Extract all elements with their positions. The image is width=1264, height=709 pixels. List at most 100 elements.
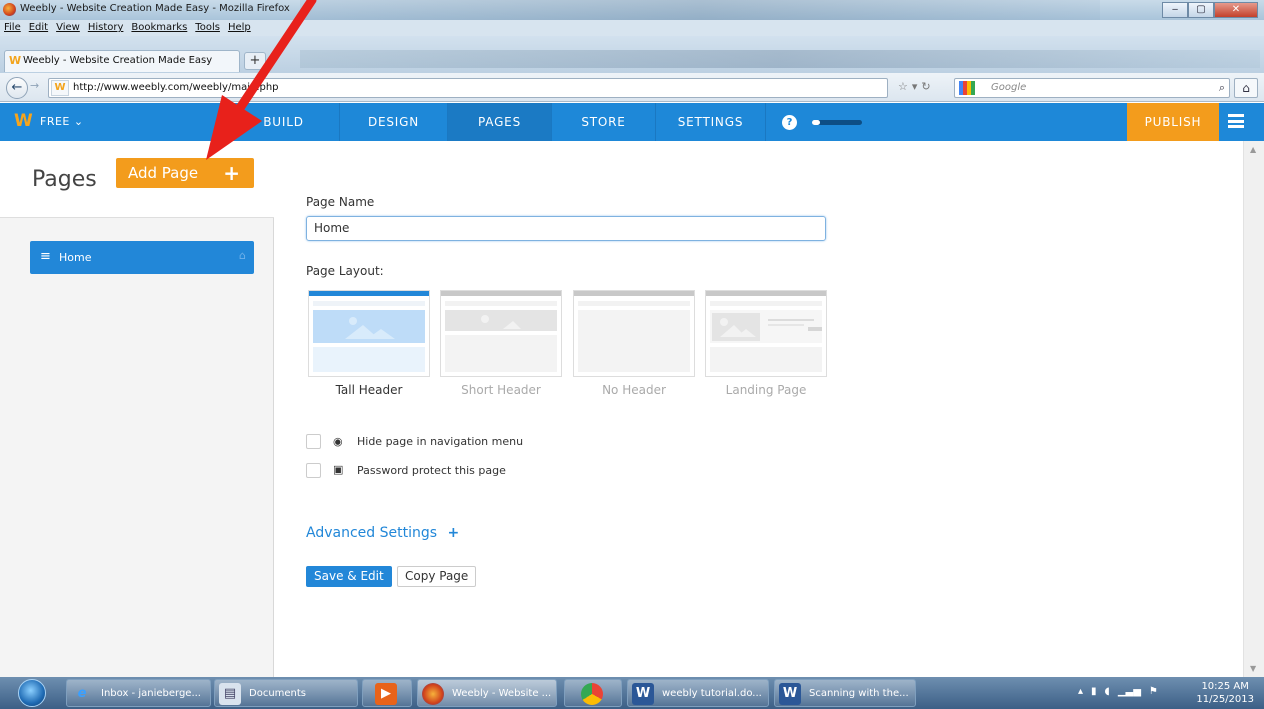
clock-date: 11/25/2013 [1196,694,1254,705]
page-settings-panel: Page Name Home Page Layout: Tall Header … [275,141,1243,677]
tab-settings[interactable]: SETTINGS [656,103,766,141]
tab-bar: W Weebly - Website Creation Made Easy + [0,36,1264,73]
maximize-button[interactable]: ▢ [1188,2,1214,18]
internet-explorer-icon: e [77,686,87,701]
windows-taskbar: e Inbox - janieberge... ▤ Documents ▶ We… [0,677,1264,709]
menu-edit[interactable]: Edit [29,22,48,33]
page-layout-label: Page Layout: [306,264,384,278]
word-icon: W [779,683,801,705]
plan-dropdown[interactable]: FREE ⌄ [40,115,84,128]
network-icon[interactable]: ▁▃▅ [1118,686,1141,697]
menu-file[interactable]: File [4,22,21,33]
tab-weebly[interactable]: W Weebly - Website Creation Made Easy [4,50,240,72]
start-button[interactable] [8,677,58,709]
taskbar-item-media[interactable]: ▶ [362,679,412,707]
menu-icon[interactable] [1228,114,1244,128]
progress-fill [812,120,820,125]
layout-caption-short-header: Short Header [461,383,541,397]
taskbar-item-word-tutorial[interactable]: W weebly tutorial.do... [627,679,769,707]
help-icon[interactable]: ? [782,115,797,130]
tab-pages[interactable]: PAGES [448,103,552,141]
copy-page-button[interactable]: Copy Page [397,566,477,587]
weebly-logo[interactable]: W [14,111,33,131]
taskbar-item-inbox[interactable]: e Inbox - janieberge... [66,679,211,707]
menu-view[interactable]: View [56,22,80,33]
url-bar[interactable]: W http://www.weebly.com/weebly/main.php [48,78,888,98]
tab-build[interactable]: BUILD [228,103,340,141]
page-name-label: Page Name [306,195,375,209]
firefox-icon [3,3,16,16]
search-input[interactable]: Google ⌕ [954,78,1230,98]
scroll-down-icon[interactable]: ▼ [1250,664,1256,673]
layout-landing-page[interactable] [705,290,827,377]
forward-arrow-icon[interactable]: → [30,79,39,92]
menu-bookmarks[interactable]: Bookmarks [131,22,187,33]
chevron-down-icon: ⌄ [73,115,84,128]
publish-button[interactable]: PUBLISH [1127,103,1219,141]
weebly-favicon: W [9,54,22,67]
taskbar-item-word-scanning[interactable]: W Scanning with the... [774,679,916,707]
show-hidden-icons-icon[interactable]: ▴ [1078,686,1083,697]
google-icon [959,81,975,95]
search-placeholder: Google [991,82,1027,93]
sidebar-item-label: Home [59,251,92,264]
save-edit-button[interactable]: Save & Edit [306,566,392,587]
media-player-icon: ▶ [375,683,397,705]
taskbar-item-weebly[interactable]: Weebly - Website ... [417,679,557,707]
taskbar-item-documents[interactable]: ▤ Documents [214,679,358,707]
tab-design[interactable]: DESIGN [340,103,448,141]
close-button[interactable]: ✕ [1214,2,1258,18]
plus-icon: + [447,525,460,541]
hide-page-checkbox[interactable] [306,434,321,449]
password-protect-checkbox[interactable] [306,463,321,478]
add-page-label: Add Page [128,164,199,182]
taskbar-item-label: Documents [249,688,307,699]
layout-short-header[interactable] [440,290,562,377]
sidebar-item-home[interactable]: ≡ Home ⌂ [30,241,254,274]
layout-caption-tall-header: Tall Header [335,383,403,397]
search-icon[interactable]: ⌕ [1219,81,1225,95]
advanced-settings-label: Advanced Settings [306,525,438,541]
add-page-button[interactable]: Add Page + [116,158,254,188]
reload-icon[interactable]: ↻ [921,80,930,93]
minimize-button[interactable]: ‒ [1162,2,1188,18]
site-identity-icon[interactable]: W [51,80,69,96]
browser-title-bar: Weebly - Website Creation Made Easy - Mo… [0,0,1264,20]
lock-icon: ▣ [333,463,344,476]
new-tab-button[interactable]: + [244,52,266,70]
menu-help[interactable]: Help [228,22,251,33]
screen: { "browser": { "window_title": "Weebly -… [0,0,1264,709]
sidebar-header: Pages Add Page + [0,141,274,218]
scroll-up-icon[interactable]: ▲ [1250,145,1256,154]
clock[interactable]: 10:25 AM 11/25/2013 [1196,680,1254,706]
advanced-settings-link[interactable]: Advanced Settings + [306,525,459,541]
plus-icon: + [223,161,240,185]
page-name-input[interactable]: Home [306,216,826,241]
taskbar-item-label: Inbox - janieberge... [101,688,201,699]
tab-title: Weebly - Website Creation Made Easy [23,55,213,66]
dropdown-icon[interactable]: ▾ [912,80,918,93]
word-icon: W [632,683,654,705]
menu-history[interactable]: History [88,22,124,33]
flag-icon[interactable]: ⚑ [1149,686,1158,697]
menu-tools[interactable]: Tools [195,22,220,33]
tab-store[interactable]: STORE [552,103,656,141]
plan-label: FREE [40,115,70,128]
layout-tall-header[interactable] [308,290,430,377]
bookmark-star-icon[interactable]: ☆ [898,80,908,93]
scrollbar[interactable]: ▲ ▼ [1243,141,1264,677]
eye-slash-icon: ◉ [333,435,343,448]
volume-icon[interactable]: ◖ [1105,686,1110,697]
layout-no-header[interactable] [573,290,695,377]
firefox-icon [422,683,444,705]
password-protect-label: Password protect this page [357,464,506,477]
battery-icon[interactable]: ▮ [1091,686,1097,697]
drag-handle-icon[interactable]: ≡ [40,249,51,264]
layout-caption-no-header: No Header [602,383,666,397]
taskbar-item-chrome[interactable] [564,679,622,707]
background-window-blur [300,0,1100,20]
back-arrow-icon[interactable]: ← [6,77,28,99]
weebly-toolbar: W FREE ⌄ BUILD DESIGN PAGES STORE SETTIN… [0,103,1264,141]
home-icon[interactable]: ⌂ [1234,78,1258,98]
window-title: Weebly - Website Creation Made Easy - Mo… [20,3,290,14]
